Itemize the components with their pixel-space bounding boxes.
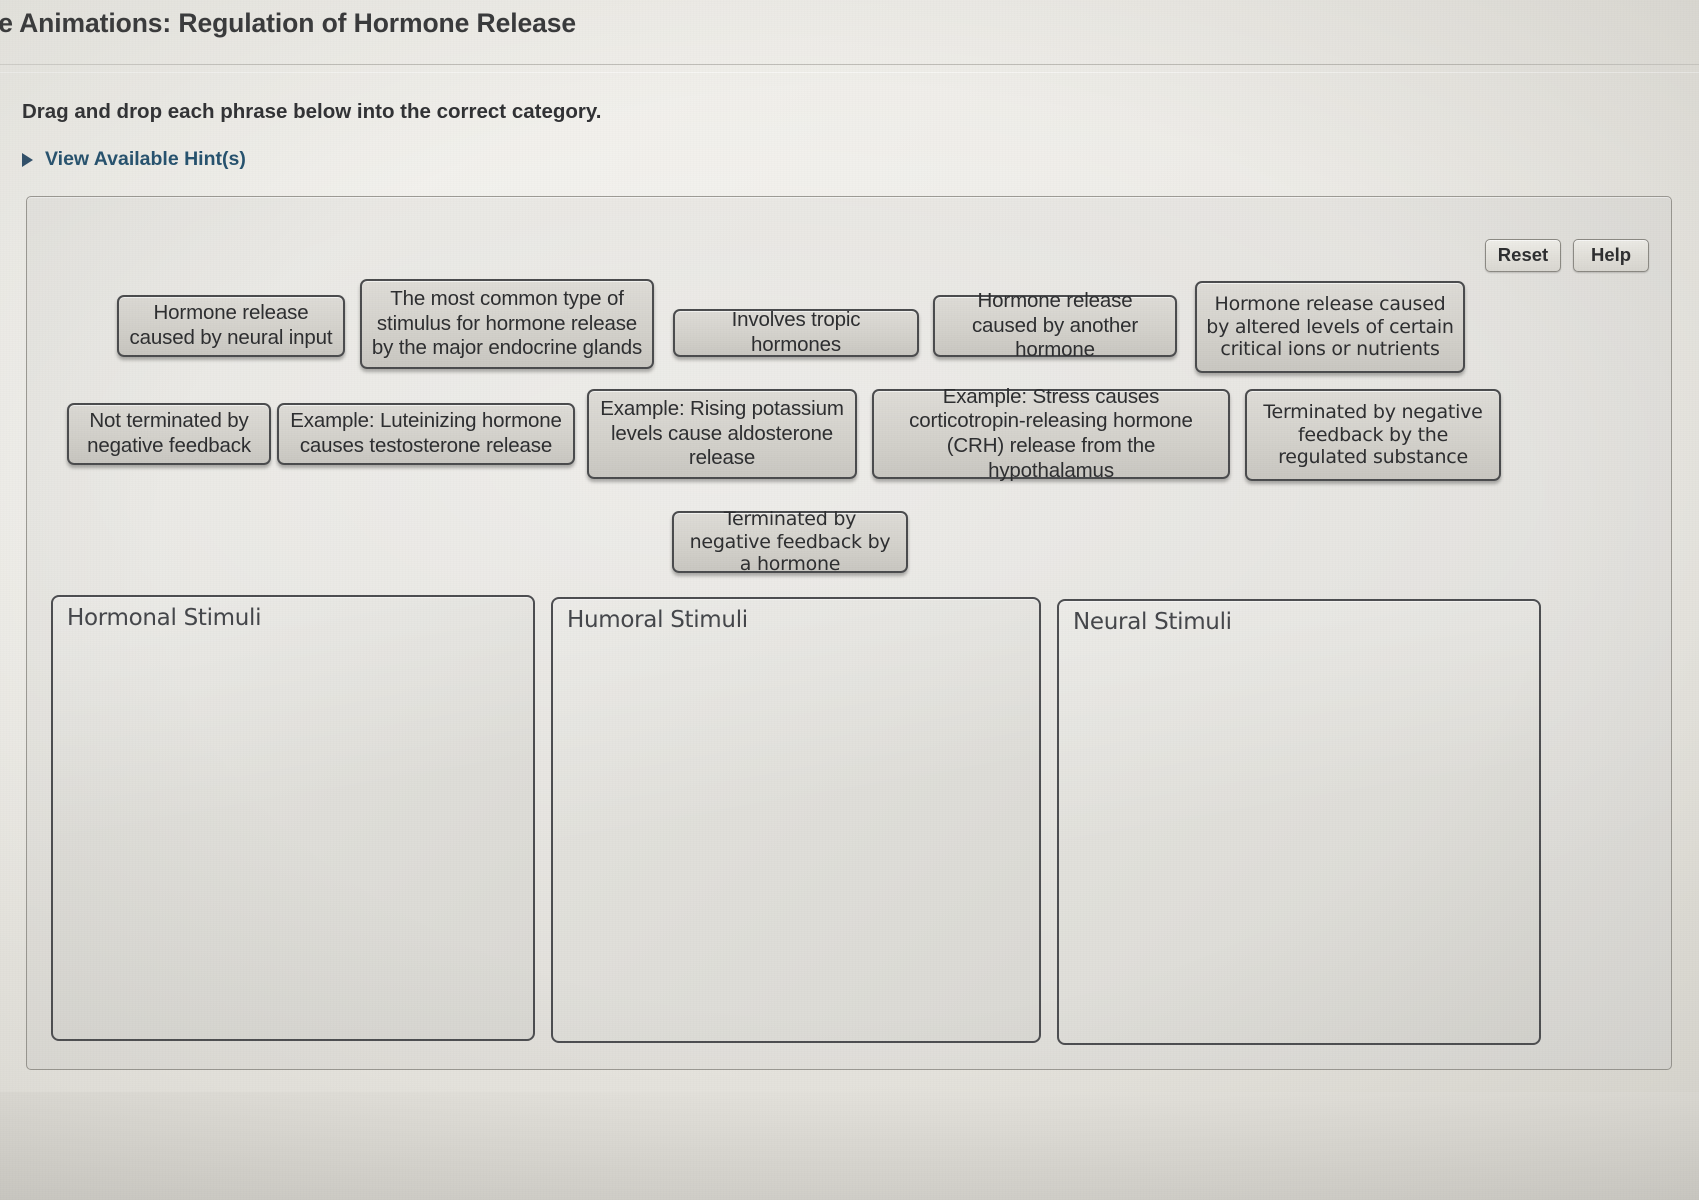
- drag-tile-potassium-aldo[interactable]: Example: Rising potassium levels cause a…: [587, 389, 857, 479]
- screen: re Animations: Regulation of Hormone Rel…: [0, 0, 1699, 1200]
- drag-tile-most-common[interactable]: The most common type of stimulus for hor…: [360, 279, 654, 369]
- chevron-right-icon: [22, 153, 33, 167]
- page-title: re Animations: Regulation of Hormone Rel…: [0, 8, 577, 38]
- drag-tile-term-regulated[interactable]: Terminated by negative feedback by the r…: [1245, 389, 1501, 481]
- drag-tile-term-hormone[interactable]: Terminated by negative feedback by a hor…: [672, 508, 908, 575]
- bottom-strip: [0, 1092, 1699, 1200]
- dropzone-label-hormonal: Hormonal Stimuli: [67, 605, 262, 631]
- view-hints-toggle[interactable]: View Available Hint(s): [22, 148, 246, 171]
- drag-tile-altered-ions[interactable]: Hormone release caused by altered levels…: [1195, 281, 1465, 373]
- dropzone-label-neural: Neural Stimuli: [1073, 609, 1232, 635]
- drag-tile-tropic-hormones[interactable]: Involves tropic hormones: [673, 308, 919, 357]
- drag-tile-neural-input[interactable]: Hormone release caused by neural input: [117, 295, 345, 357]
- drag-tile-another-hormone[interactable]: Hormone release caused by another hormon…: [933, 289, 1177, 361]
- dropzone-neural-stimuli[interactable]: Neural Stimuli: [1057, 599, 1541, 1045]
- dropzone-label-humoral: Humoral Stimuli: [567, 607, 748, 633]
- instruction-text: Drag and drop each phrase below into the…: [22, 100, 602, 123]
- view-hints-label: View Available Hint(s): [45, 148, 246, 170]
- header-divider-highlight: [0, 72, 1699, 73]
- drag-tile-lh-testosterone[interactable]: Example: Luteinizing hormone causes test…: [277, 403, 575, 465]
- help-button[interactable]: Help: [1573, 239, 1649, 272]
- header-divider: [0, 64, 1699, 65]
- reset-button[interactable]: Reset: [1485, 239, 1561, 272]
- dropzone-humoral-stimuli[interactable]: Humoral Stimuli: [551, 597, 1041, 1043]
- panel-controls: Reset Help: [1485, 239, 1649, 272]
- dropzone-hormonal-stimuli[interactable]: Hormonal Stimuli: [51, 595, 535, 1041]
- drag-tile-not-terminated[interactable]: Not terminated by negative feedback: [67, 403, 271, 465]
- drag-tile-stress-crh[interactable]: Example: Stress causes corticotropin-rel…: [872, 385, 1230, 482]
- activity-panel: Reset Help Hormone release caused by neu…: [26, 196, 1672, 1070]
